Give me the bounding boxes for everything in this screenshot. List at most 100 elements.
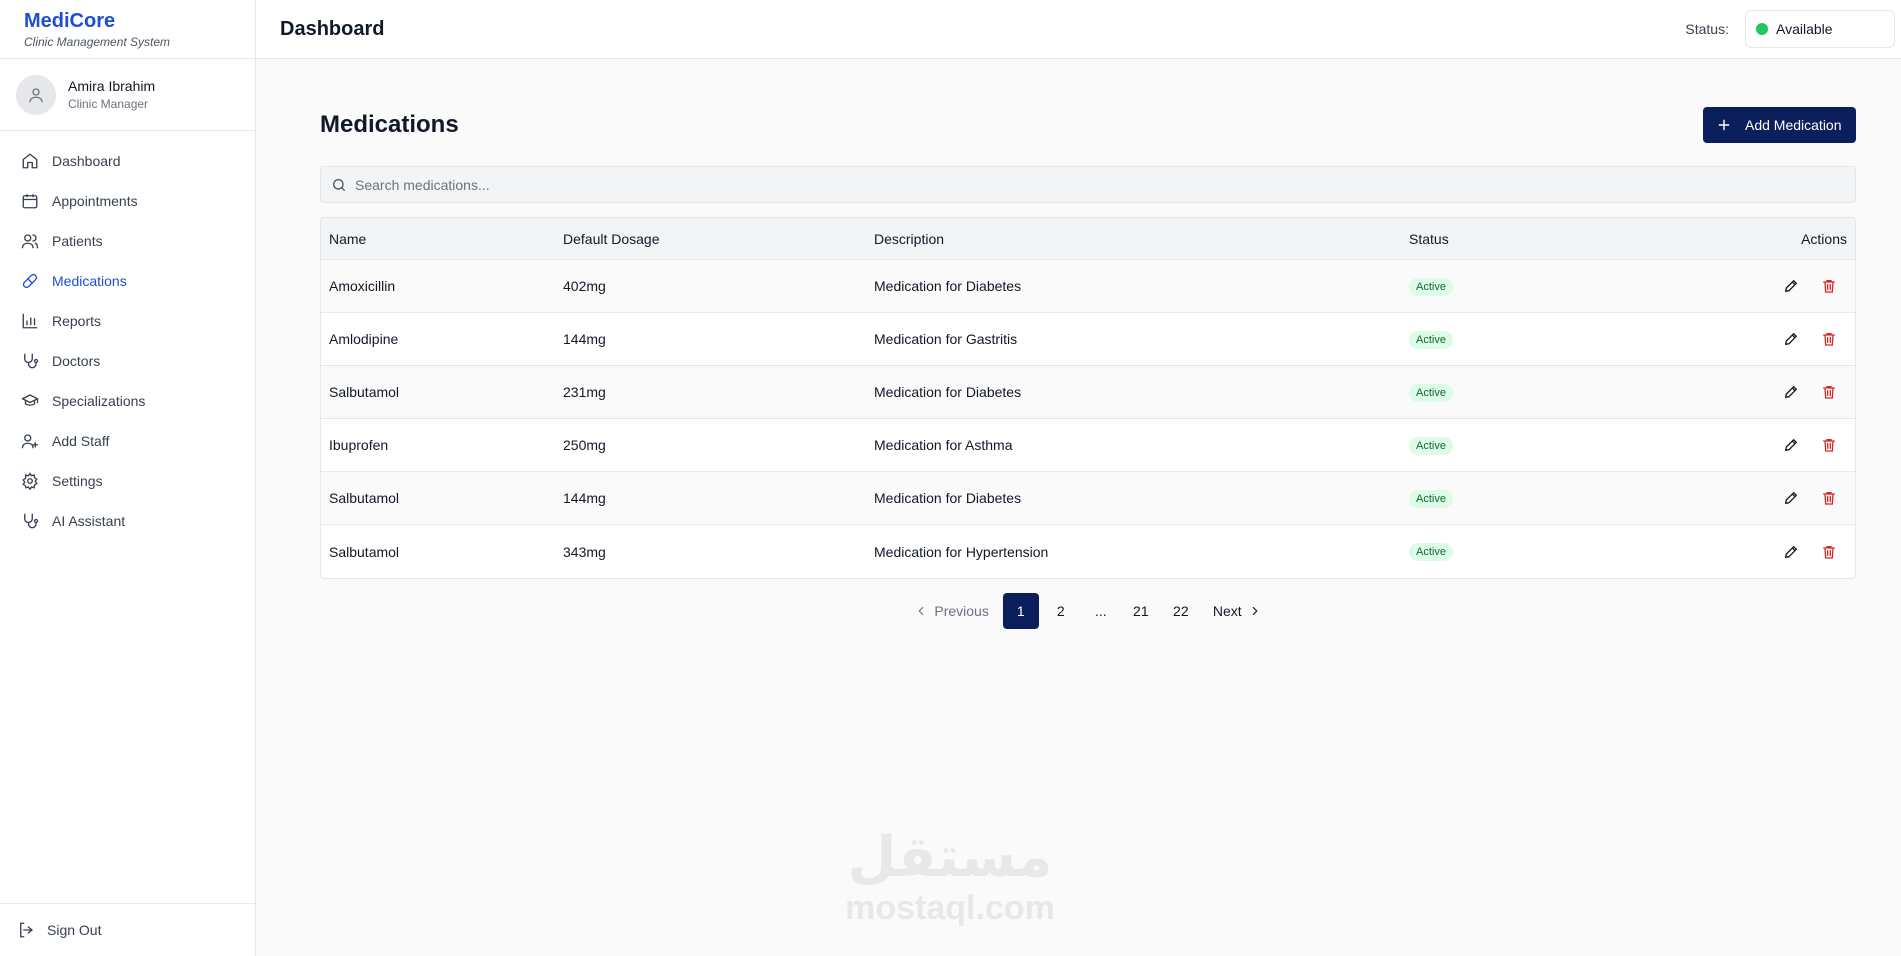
edit-button[interactable]	[1783, 544, 1799, 560]
edit-button[interactable]	[1783, 278, 1799, 294]
pencil-icon	[1785, 333, 1797, 345]
status-dropdown[interactable]: Available	[1745, 10, 1895, 48]
add-medication-button[interactable]: Add Medication	[1703, 107, 1856, 143]
trash-icon	[1823, 386, 1835, 399]
user-profile: Amira Ibrahim Clinic Manager	[0, 59, 255, 131]
trash-icon	[1823, 545, 1835, 559]
sidebar-item-ai-assistant[interactable]: AI Assistant	[0, 501, 255, 541]
sidebar-item-patients[interactable]: Patients	[0, 221, 255, 261]
medications-table: Name Default Dosage Description Status A…	[320, 217, 1856, 579]
page-ellipsis: ...	[1094, 603, 1107, 619]
table-row: Salbutamol 231mg Medication for Diabetes…	[321, 366, 1855, 419]
cell-dosage: 144mg	[563, 490, 606, 506]
status-label: Status:	[1685, 21, 1729, 37]
cell-name: Ibuprofen	[329, 437, 389, 453]
delete-button[interactable]	[1821, 278, 1837, 294]
plus-icon	[1718, 119, 1730, 131]
sidebar-item-label: Appointments	[52, 193, 138, 209]
column-header-dosage: Default Dosage	[563, 230, 660, 247]
edit-button[interactable]	[1783, 490, 1799, 506]
main-content: Medications Add Medication Name Default …	[320, 107, 1856, 629]
calendar-icon	[22, 194, 38, 209]
sign-out-button[interactable]: Sign Out	[0, 903, 255, 956]
home-icon	[22, 153, 38, 169]
brand-name: MediCore	[24, 10, 116, 32]
search-input[interactable]	[355, 176, 1755, 193]
sidebar-item-reports[interactable]: Reports	[0, 301, 255, 341]
cell-dosage: 144mg	[563, 331, 606, 347]
pencil-icon	[1785, 386, 1797, 398]
page-button-2[interactable]: 2	[1043, 593, 1079, 629]
column-header-name: Name	[329, 230, 367, 247]
users-icon	[21, 234, 39, 249]
delete-button[interactable]	[1821, 490, 1837, 506]
sidebar-nav: Dashboard Appointments Patients Medicati…	[0, 131, 255, 541]
table-row: Ibuprofen 250mg Medication for Asthma Ac…	[321, 419, 1855, 472]
edit-button[interactable]	[1783, 437, 1799, 453]
cell-description: Medication for Diabetes	[874, 278, 1022, 294]
chevron-left-icon	[918, 606, 924, 616]
cell-description: Medication for Diabetes	[874, 490, 1022, 506]
user-role: Clinic Manager	[68, 97, 149, 111]
bar-chart-icon	[22, 313, 38, 329]
sidebar-item-label: Doctors	[52, 353, 101, 369]
status-value: Available	[1776, 21, 1833, 37]
delete-button[interactable]	[1821, 437, 1837, 453]
sidebar: MediCore Clinic Management System Amira …	[0, 0, 256, 956]
graduation-cap-icon	[21, 394, 39, 406]
edit-button[interactable]	[1783, 384, 1799, 400]
table-row: Salbutamol 343mg Medication for Hyperten…	[321, 525, 1855, 578]
delete-button[interactable]	[1821, 331, 1837, 347]
sidebar-item-doctors[interactable]: Doctors	[0, 341, 255, 381]
edit-button[interactable]	[1783, 331, 1799, 347]
gear-icon	[22, 472, 38, 490]
previous-page-button[interactable]: Previous	[904, 593, 998, 629]
next-page-button[interactable]: Next	[1203, 593, 1272, 629]
sidebar-item-add-staff[interactable]: Add Staff	[0, 421, 255, 461]
status-badge: Active	[1409, 436, 1453, 455]
cell-name: Amlodipine	[329, 331, 399, 347]
table-row: Amlodipine 144mg Medication for Gastriti…	[321, 313, 1855, 366]
watermark-arabic: مستقل	[847, 825, 1053, 890]
next-label: Next	[1212, 603, 1242, 619]
cell-description: Medication for Asthma	[874, 437, 1013, 453]
cell-name: Salbutamol	[329, 543, 400, 560]
sidebar-item-medications[interactable]: Medications	[0, 261, 255, 301]
status-badge: Active	[1409, 489, 1453, 508]
page-title: Medications	[320, 111, 459, 138]
cell-dosage: 402mg	[563, 278, 606, 294]
cell-dosage: 250mg	[563, 437, 606, 453]
cell-description: Medication for Gastritis	[874, 331, 1018, 347]
sidebar-item-label: Dashboard	[52, 153, 121, 169]
cell-description: Medication for Diabetes	[874, 384, 1022, 400]
page-button-21[interactable]: 21	[1123, 593, 1159, 629]
trash-icon	[1823, 280, 1835, 293]
sidebar-item-label: Settings	[52, 473, 103, 489]
trash-icon	[1823, 492, 1835, 505]
stethoscope-icon	[24, 353, 39, 369]
search-icon	[333, 178, 345, 191]
pagination: Previous 1 2 ... 21 22 Next	[320, 593, 1856, 629]
user-icon	[29, 87, 43, 102]
user-name: Amira Ibrahim	[68, 78, 156, 94]
page-button-1[interactable]: 1	[1002, 593, 1039, 629]
sidebar-item-dashboard[interactable]: Dashboard	[0, 141, 255, 181]
trash-icon	[1823, 333, 1835, 346]
add-medication-label: Add Medication	[1745, 117, 1842, 133]
header-title: Dashboard	[280, 17, 385, 40]
status-badge: Active	[1409, 543, 1453, 561]
cell-name: Amoxicillin	[329, 278, 396, 294]
sidebar-item-specializations[interactable]: Specializations	[0, 381, 255, 421]
delete-button[interactable]	[1821, 384, 1837, 400]
trash-icon	[1823, 439, 1835, 452]
table-header: Name Default Dosage Description Status A…	[321, 218, 1855, 260]
cell-description: Medication for Hypertension	[874, 543, 1049, 560]
delete-button[interactable]	[1821, 544, 1837, 560]
sign-out-label: Sign Out	[47, 922, 102, 938]
page-button-22[interactable]: 22	[1163, 593, 1199, 629]
sidebar-item-label: Specializations	[52, 393, 146, 409]
sidebar-item-label: Add Staff	[52, 433, 110, 449]
sidebar-item-appointments[interactable]: Appointments	[0, 181, 255, 221]
cell-name: Salbutamol	[329, 490, 400, 506]
sidebar-item-settings[interactable]: Settings	[0, 461, 255, 501]
